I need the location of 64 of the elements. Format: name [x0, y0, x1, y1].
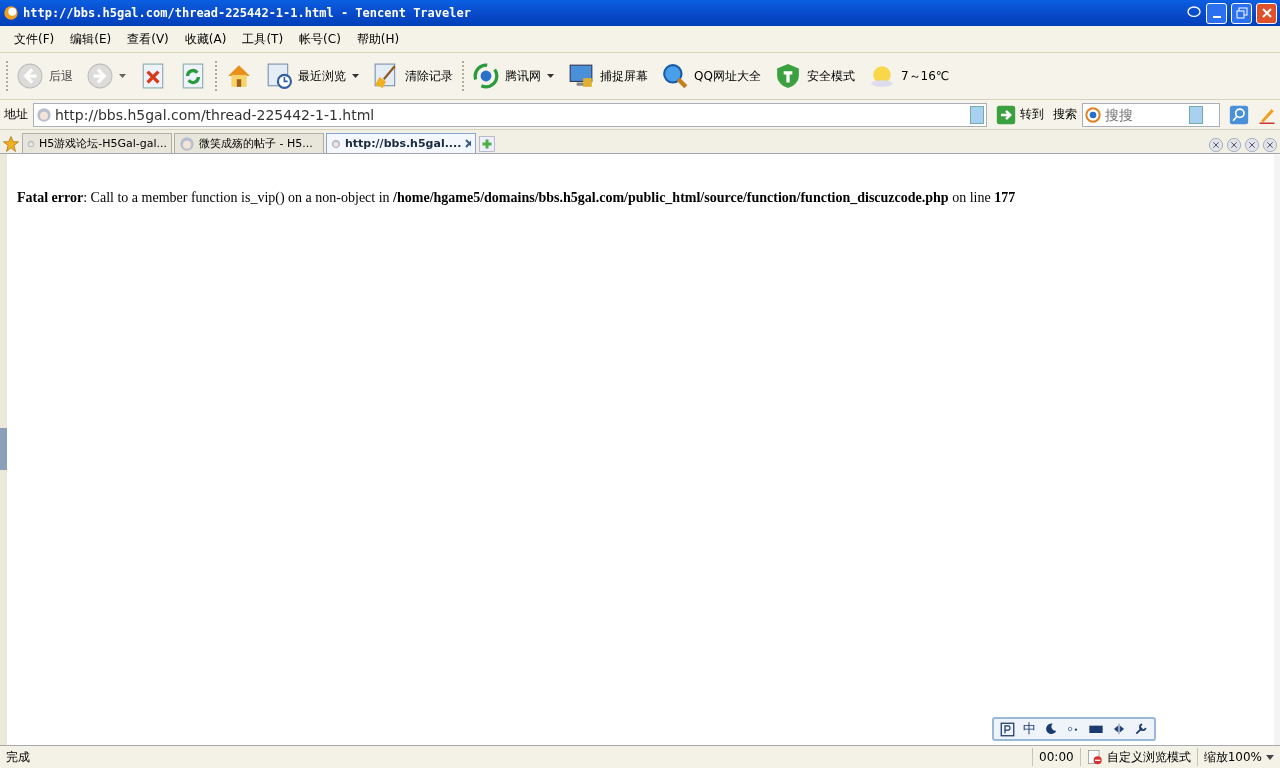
close-icon [1260, 7, 1273, 19]
status-text: 完成 [5, 748, 30, 766]
window-title: http://bbs.h5gal.com/thread-225442-1-1.html - Tencent Traveler [23, 6, 472, 20]
toolbar-button[interactable]: 腾讯网 [468, 61, 559, 91]
browser-tab[interactable]: http://bbs.h5gal.... [326, 133, 476, 153]
menu-item[interactable]: 收藏(A) [176, 28, 235, 50]
shield-icon [774, 63, 801, 89]
toolbar-button[interactable]: 清除记录 [368, 61, 458, 91]
toolbar-button[interactable]: 捕捉屏幕 [563, 61, 653, 91]
search-label: 搜索 [1053, 106, 1077, 123]
restore-icon [1235, 7, 1248, 19]
close-tab-icon[interactable] [465, 139, 471, 148]
restore-button[interactable] [1231, 2, 1252, 24]
split-arrow-icon [1112, 722, 1126, 736]
site-favicon-icon [179, 135, 195, 152]
history-clock-icon [266, 63, 292, 89]
caret-icon[interactable] [1266, 754, 1274, 760]
toolbar-button[interactable]: 安全模式 [769, 61, 860, 91]
sun-icon [868, 63, 895, 89]
dropdown-icon[interactable] [1189, 105, 1203, 124]
p-icon [1000, 721, 1015, 737]
menu-item[interactable]: 帐号(C) [291, 28, 349, 50]
address-label: 地址 [4, 106, 28, 123]
toolbar-button[interactable]: 最近浏览 [261, 61, 364, 91]
toolbar-button[interactable]: 7～16℃ [863, 61, 955, 91]
browser-logo-icon [3, 5, 19, 21]
ime-mode-label[interactable]: 中 [1023, 720, 1036, 738]
browser-tab[interactable]: H5游戏论坛-H5Gal-gal... [22, 133, 172, 153]
stop-mode-icon [1086, 749, 1103, 765]
search-field[interactable]: 搜搜 [1082, 102, 1220, 127]
wrench-icon [1134, 722, 1148, 736]
error-message: Fatal error: Call to a member function is_vip() on a non-object in /home/hgame5/domains/bbs.h5gal.com/public_html/source/function/function_discuzcode.php on line 177 [17, 190, 1017, 206]
caret-icon [119, 74, 126, 78]
search-icon [1229, 104, 1249, 125]
menu-item[interactable]: 帮助(H) [348, 28, 408, 50]
browser-tab[interactable]: 微笑成殇的帖子 - H5... [174, 133, 324, 153]
minimize-icon [1212, 16, 1221, 18]
menu-item[interactable]: 查看(V) [119, 28, 177, 50]
magnifier-icon [662, 63, 688, 89]
menu-item[interactable]: 工具(T) [234, 28, 292, 50]
caret-icon [547, 74, 554, 78]
time-text: 00:00 [1032, 748, 1080, 766]
close-button[interactable] [1256, 2, 1277, 24]
monitor-icon [568, 63, 594, 89]
caret-icon [352, 74, 359, 78]
refresh-icon [180, 63, 206, 89]
address-field[interactable]: http://bbs.h5gal.com/thread-225442-1-1.html [33, 102, 987, 127]
minimize-button[interactable] [1206, 2, 1227, 24]
site-favicon-icon [36, 106, 52, 123]
moon-icon [1044, 722, 1058, 736]
go-button[interactable]: 转到 [992, 104, 1048, 125]
stop-icon [140, 63, 166, 89]
menu-item[interactable]: 编辑(E) [62, 28, 120, 50]
zoom-text[interactable]: 缩放100% [1203, 748, 1262, 766]
browse-mode-text[interactable]: 自定义浏览模式 [1106, 748, 1191, 766]
sidebar-handle[interactable] [0, 428, 7, 470]
close-icon [1262, 137, 1278, 153]
menu-item[interactable]: 文件(F) [6, 28, 63, 50]
swirl-logo-icon [473, 63, 499, 89]
search-engine-icon [1085, 106, 1101, 123]
star-icon [2, 135, 20, 153]
toolbar-button[interactable]: QQ网址大全 [657, 61, 766, 91]
home-icon [226, 63, 252, 89]
dropdown-icon [970, 105, 984, 124]
